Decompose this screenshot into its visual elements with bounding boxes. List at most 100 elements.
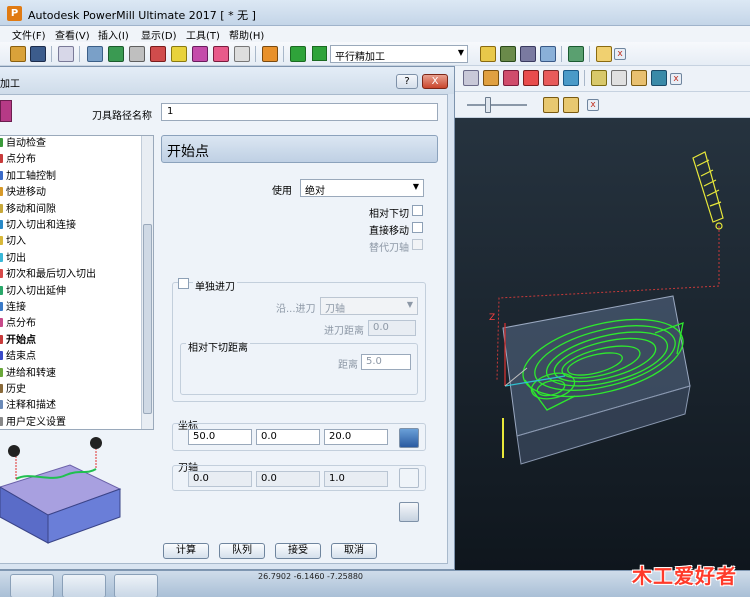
along-label: 沿...进刀 [276,304,316,315]
tree-scrollbar[interactable] [141,136,153,429]
shading-icon[interactable] [503,70,519,86]
rapid-moves-icon[interactable] [108,46,124,62]
tree-item[interactable]: 移动和间隙 [0,202,56,218]
check-icon [0,138,3,147]
tree-item-label: 切入切出和连接 [6,220,76,231]
block-icon[interactable] [87,46,103,62]
tree-item[interactable]: 注释和描述 [0,398,56,414]
multi-shade-icon[interactable] [543,70,559,86]
boundary-icon[interactable] [150,46,166,62]
along-dropdown[interactable]: 刀轴 ▼ [320,297,418,315]
info-icon[interactable] [631,70,647,86]
tree-item[interactable]: 切入 [0,234,26,250]
tree-item[interactable]: 切出 [0,251,26,267]
separate-approach-checkbox[interactable] [178,278,189,289]
tree-item[interactable]: 结束点 [0,349,36,365]
menu-view[interactable]: 查看(V) [55,27,90,42]
simulation-icon[interactable] [500,46,516,62]
pattern-icon[interactable] [171,46,187,62]
menu-help[interactable]: 帮助(H) [229,27,264,42]
tree-item-label: 快进移动 [6,187,46,199]
menu-insert[interactable]: 插入(I) [98,27,129,42]
tool-axis-i-input[interactable]: 0.0 [188,471,252,487]
zoom-icon[interactable] [591,70,607,86]
print-icon[interactable] [58,46,74,62]
tree-item[interactable]: 加工轴控制 [0,169,56,185]
macro-icon[interactable] [596,46,612,62]
menu-display[interactable]: 显示(D) [141,27,177,42]
distance-input[interactable]: 5.0 [361,354,411,370]
open-folder-icon[interactable] [10,46,26,62]
accept-button[interactable]: 接受 [275,543,321,559]
relative-plunge-checkbox[interactable] [412,205,423,216]
menu-tools[interactable]: 工具(T) [186,27,220,42]
use-dropdown[interactable]: 绝对 ▼ [300,179,424,197]
tree-item[interactable]: 自动检查 [0,136,46,152]
view-top-icon[interactable] [483,70,499,86]
approach-distance-input[interactable]: 0.0 [368,320,416,336]
tree-item-label: 结束点 [6,351,36,363]
settings-icon[interactable] [651,70,667,86]
use-dropdown-value: 绝对 [305,186,325,197]
cancel-button[interactable]: 取消 [331,543,377,559]
strategy-thumbnail-icon [0,100,12,122]
nc-program-icon[interactable] [262,46,278,62]
queue-button[interactable]: 队列 [219,543,265,559]
tree-item[interactable]: 快进移动 [0,185,46,201]
tree-item[interactable]: 点分布 [0,152,36,168]
calculator-icon[interactable] [520,46,536,62]
coord-x-input[interactable]: 50.0 [188,429,252,445]
collision-check-icon[interactable] [480,46,496,62]
tree-item[interactable]: 初次和最后切入切出 [0,267,96,283]
shuffle-icon[interactable] [568,46,584,62]
taskbar-powermill-button[interactable] [62,574,106,597]
tree-item[interactable]: 切入切出和连接 [0,218,76,234]
graphics-viewport[interactable]: Z [455,118,750,570]
tree-item[interactable]: 进给和转速 [0,366,56,382]
toolbar-close-icon[interactable]: x [614,48,626,60]
tree-item[interactable]: 历史 [0,382,26,398]
wireframe-icon[interactable] [563,70,579,86]
toolpath-strategy-icon[interactable] [290,46,306,62]
taskbar-explorer-button[interactable] [10,574,54,597]
tool-axis-j-input[interactable]: 0.0 [256,471,320,487]
alt-axis-checkbox[interactable] [412,239,423,250]
save-icon[interactable] [30,46,46,62]
toolbar-close-icon[interactable]: x [587,99,599,111]
levels-icon[interactable] [213,46,229,62]
workplane-icon[interactable] [234,46,250,62]
page-header: 开始点 [161,135,438,163]
taskbar-browser-button[interactable] [114,574,158,597]
coord-y-input[interactable]: 0.0 [256,429,320,445]
toolbar-close-icon[interactable]: x [670,73,682,85]
view-iso-icon[interactable] [463,70,479,86]
measure-icon[interactable] [611,70,627,86]
tree-item[interactable]: 用户定义设置 [0,415,66,429]
dialog-help-button[interactable]: ? [396,74,418,89]
tree-scrollbar-thumb[interactable] [143,224,152,414]
printer-preview-icon[interactable] [399,502,419,522]
tree-item[interactable]: 切入切出延伸 [0,284,66,300]
layout-right-icon[interactable] [563,97,579,113]
tool-axis-edit-icon[interactable] [399,468,419,488]
menu-file[interactable]: 文件(F) [12,27,46,42]
tree-item-label: 初次和最后切入切出 [6,269,96,281]
strategy-selector[interactable]: 平行精加工 ▼ [330,45,468,63]
direct-move-checkbox[interactable] [412,222,423,233]
tool-icon[interactable] [129,46,145,62]
tree-item[interactable]: 开始点 [0,333,36,349]
tool-axis-k-input[interactable]: 1.0 [324,471,388,487]
pick-position-icon[interactable] [399,428,419,448]
shading-slider[interactable] [485,97,491,113]
featureset-icon[interactable] [192,46,208,62]
list-icon[interactable] [540,46,556,62]
dialog-titlebar: 加工 ? X [0,67,454,94]
layout-left-icon[interactable] [543,97,559,113]
calculate-button[interactable]: 计算 [163,543,209,559]
coord-z-input[interactable]: 20.0 [324,429,388,445]
tree-item[interactable]: 点分布 [0,316,36,332]
toolpath-name-input[interactable]: 1 [161,103,438,121]
plain-shade-icon[interactable] [523,70,539,86]
tree-item[interactable]: 连接 [0,300,26,316]
dialog-close-button[interactable]: X [422,74,448,89]
